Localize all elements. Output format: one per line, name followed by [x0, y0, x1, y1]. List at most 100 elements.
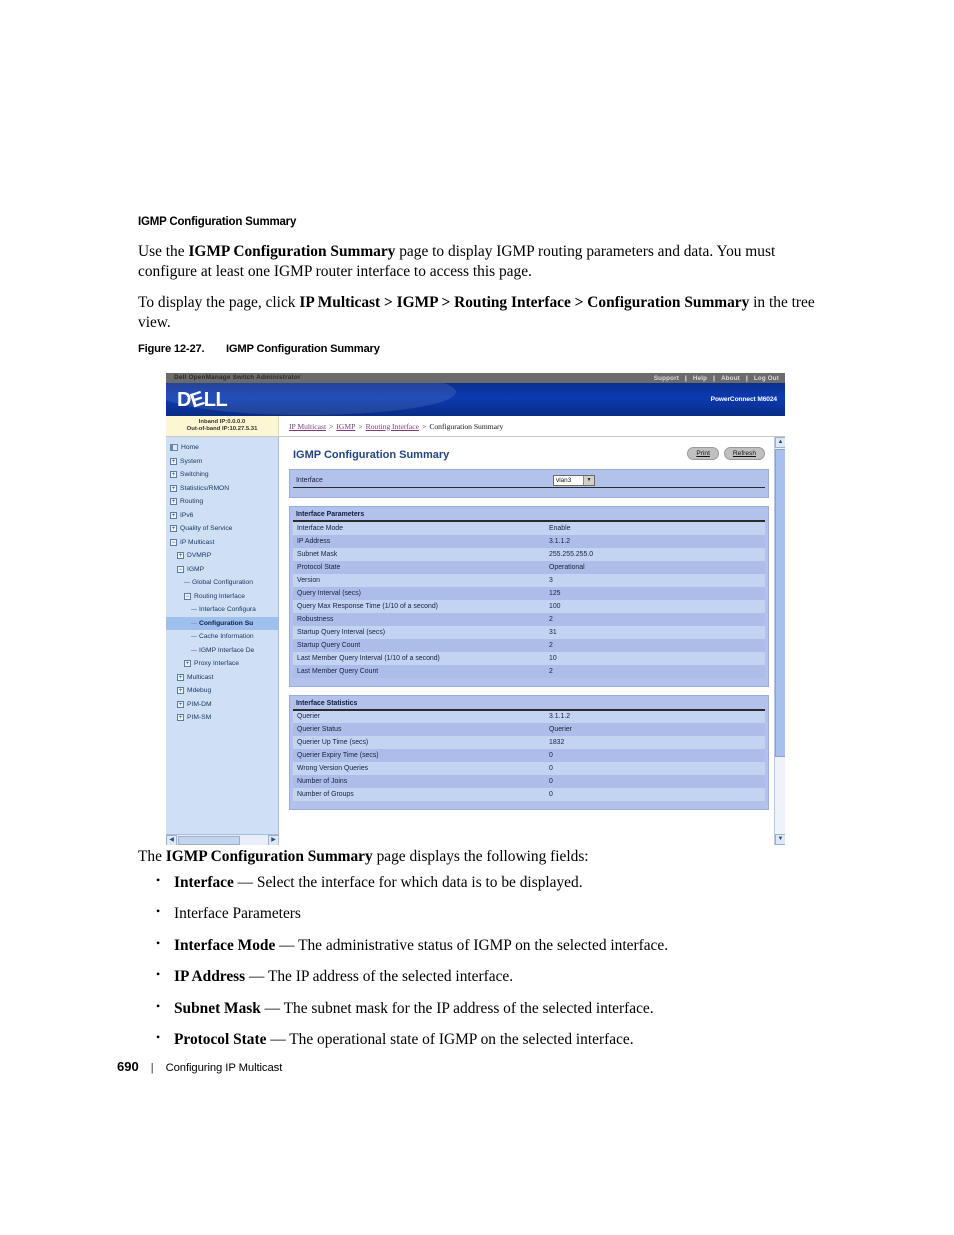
tree-item-routing-interface[interactable]: − Routing Interface — [166, 590, 278, 604]
expand-plus-icon[interactable]: + — [170, 484, 177, 492]
expand-plus-icon[interactable]: + — [177, 687, 184, 695]
field-description: Interface Parameters — [174, 905, 301, 923]
interface-statistics-title: Interface Statistics — [293, 699, 765, 710]
tree-item-routing[interactable]: + Routing — [166, 495, 278, 509]
content-vertical-scrollbar[interactable]: ▲ ▼ — [774, 437, 785, 845]
row-label: Querier — [293, 709, 545, 723]
print-button[interactable]: Print — [687, 447, 719, 460]
params-panel-pad — [293, 678, 765, 683]
content-vscroll-thumb[interactable] — [775, 449, 785, 757]
tree-leaf-connector-icon[interactable] — [191, 622, 197, 624]
tree-item-quality-of-service[interactable]: + Quality of Service — [166, 522, 278, 536]
inband-ip: Inband IP:0.0.0.0 — [198, 418, 246, 425]
collapse-minus-icon[interactable]: − — [184, 592, 191, 600]
field-bullet-item: Protocol State — The operational state o… — [138, 1031, 838, 1049]
tree-leaf-connector-icon[interactable] — [191, 609, 197, 611]
tree-item-interface-configura[interactable]: Interface Configura — [166, 603, 278, 617]
tree-item-pim-dm[interactable]: + PIM-DM — [166, 698, 278, 712]
tree-item-ip-multicast[interactable]: − IP Multicast — [166, 536, 278, 550]
row-value: 2 — [545, 664, 765, 678]
expand-plus-icon[interactable]: + — [170, 525, 177, 533]
table-row: Wrong Version Queries 0 — [293, 762, 765, 775]
row-value: 125 — [545, 586, 765, 600]
app-title: Dell OpenManage Switch Administrator — [174, 374, 301, 381]
collapse-minus-icon[interactable]: − — [177, 565, 184, 573]
scroll-right-icon[interactable]: ▶ — [268, 834, 278, 845]
tree-item-igmp[interactable]: − IGMP — [166, 563, 278, 577]
product-model-label: PowerConnect M6024 — [710, 396, 777, 403]
breadcrumb-routing-interface[interactable]: Routing Interface — [366, 422, 419, 431]
scroll-down-icon[interactable]: ▼ — [775, 834, 785, 845]
help-link[interactable]: Help — [693, 375, 707, 382]
strip-separator-1: | — [684, 374, 687, 382]
interface-statistics-table: Querier 3.1.1.2 Querier Status Querier Queri… — [293, 709, 765, 801]
row-label: Version — [293, 573, 545, 587]
expand-plus-icon[interactable]: + — [170, 498, 177, 506]
interface-dropdown[interactable]: vlan3 ▼ — [553, 474, 595, 486]
document-intro: IGMP Configuration Summary Use the IGMP … — [138, 216, 828, 344]
tree-item-cache-information[interactable]: Cache Information — [166, 630, 278, 644]
field-term: Protocol State — [174, 1031, 267, 1049]
row-value: Enable — [545, 521, 765, 535]
tree-item-system[interactable]: + System — [166, 455, 278, 469]
expand-plus-icon[interactable]: + — [177, 700, 184, 708]
footer-page-number: 690 — [117, 1059, 139, 1074]
document-field-list: The IGMP Configuration Summary page disp… — [138, 848, 838, 1063]
selector-panel-spacer — [293, 488, 765, 494]
expand-plus-icon[interactable]: + — [177, 714, 184, 722]
tree-item-global-configuration[interactable]: Global Configuration — [166, 576, 278, 590]
tree-item-home[interactable]: Home — [166, 441, 278, 455]
tree-horizontal-scrollbar[interactable]: ◀ ▶ — [166, 834, 278, 845]
tree-item-label: Interface Configura — [199, 606, 256, 614]
tree-item-label: PIM-DM — [187, 700, 212, 708]
tree-item-configuration-su[interactable]: Configuration Su — [166, 616, 278, 630]
collapse-minus-icon[interactable]: − — [170, 538, 177, 546]
table-row: Version 3 — [293, 573, 765, 587]
log-out-link[interactable]: Log Out — [754, 375, 779, 382]
tree-item-label: Home — [181, 444, 199, 452]
tree-item-igmp-interface-de[interactable]: IGMP Interface De — [166, 644, 278, 658]
navigation-tree[interactable]: Home + System + Switching + Statistics/RMON + Ro… — [166, 437, 279, 845]
refresh-button[interactable]: Refresh — [723, 447, 765, 460]
tree-leaf-connector-icon[interactable] — [184, 582, 190, 584]
dell-logo[interactable]: DELL — [177, 388, 228, 413]
row-label: IP Address — [293, 534, 545, 548]
tree-item-mdebug[interactable]: + Mdebug — [166, 684, 278, 698]
page-icon[interactable] — [170, 444, 178, 452]
tree-item-switching[interactable]: + Switching — [166, 468, 278, 482]
field-bullet-list: Interface — Select the interface for whi… — [138, 874, 838, 1049]
expand-plus-icon[interactable]: + — [184, 660, 191, 668]
breadcrumb-igmp[interactable]: IGMP — [336, 422, 355, 431]
expand-plus-icon[interactable]: + — [170, 511, 177, 519]
para1-pre: Use the — [138, 243, 189, 260]
chevron-down-icon[interactable]: ▼ — [583, 475, 594, 485]
support-link[interactable]: Support — [654, 375, 679, 382]
field-term: Interface — [174, 874, 234, 891]
tree-item-dvmrp[interactable]: + DVMRP — [166, 549, 278, 563]
tree-item-statistics-rmon[interactable]: + Statistics/RMON — [166, 482, 278, 496]
tree-item-proxy-interface[interactable]: + Proxy Interface — [166, 657, 278, 671]
tree-leaf-connector-icon[interactable] — [191, 649, 197, 651]
about-link[interactable]: About — [721, 375, 740, 382]
expand-plus-icon[interactable]: + — [170, 471, 177, 479]
row-value: 255.255.255.0 — [545, 547, 765, 561]
tree-item-multicast[interactable]: + Multicast — [166, 671, 278, 685]
utility-strip: Dell OpenManage Switch Administrator Sup… — [166, 373, 785, 383]
expand-plus-icon[interactable]: + — [170, 457, 177, 465]
row-value: 2 — [545, 638, 765, 652]
expand-plus-icon[interactable]: + — [177, 673, 184, 681]
tree-item-ipv6[interactable]: + IPv6 — [166, 509, 278, 523]
expand-plus-icon[interactable]: + — [177, 552, 184, 560]
row-label: Number of Joins — [293, 775, 545, 788]
scroll-up-icon[interactable]: ▲ — [775, 437, 785, 448]
scroll-left-icon[interactable]: ◀ — [166, 834, 177, 845]
tree-item-pim-sm[interactable]: + PIM-SM — [166, 711, 278, 725]
tree-item-label: Multicast — [187, 673, 214, 681]
interface-dropdown-value: vlan3 — [556, 476, 572, 484]
tree-item-label: IGMP Interface De — [199, 646, 255, 654]
tree-leaf-connector-icon[interactable] — [191, 636, 197, 638]
tree-hscroll-thumb[interactable] — [178, 835, 240, 845]
breadcrumb-ip-multicast[interactable]: IP Multicast — [289, 422, 326, 431]
breadcrumb: IP Multicast > IGMP > Routing Interface … — [279, 416, 785, 436]
table-row: IP Address 3.1.1.2 — [293, 534, 765, 548]
